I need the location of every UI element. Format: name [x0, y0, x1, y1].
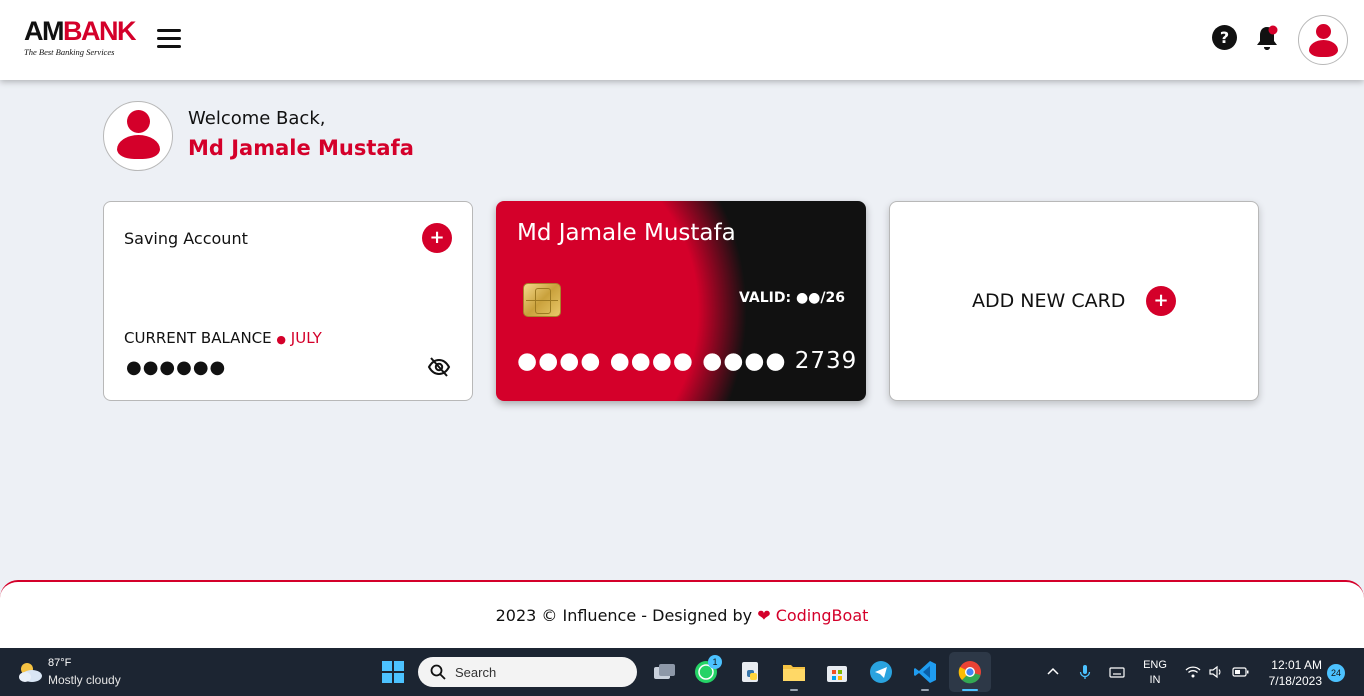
- clock-time: 12:01 AM: [1271, 658, 1322, 672]
- welcome-avatar: [103, 101, 173, 171]
- current-balance-label: CURRENT BALANCE ● JULY: [124, 329, 322, 347]
- add-new-card-label: ADD NEW CARD: [972, 290, 1126, 312]
- footer-copyright: 2023 © Influence - Designed by: [495, 606, 753, 625]
- credit-card[interactable]: Md Jamale Mustafa VALID: ●●/26 ●●●● ●●●●…: [496, 201, 866, 401]
- logo-tagline: The Best Banking Services: [24, 47, 115, 57]
- telegram-icon[interactable]: [867, 658, 895, 686]
- explorer-running-indicator: [790, 689, 798, 691]
- battery-icon[interactable]: [1232, 664, 1249, 680]
- user-avatar-icon: [1316, 24, 1331, 39]
- notification-count-badge[interactable]: 24: [1327, 664, 1345, 682]
- python-file-icon[interactable]: [736, 658, 764, 686]
- keyboard-icon[interactable]: [1109, 664, 1125, 680]
- welcome-user-name: Md Jamale Mustafa: [188, 136, 414, 160]
- card-holder-name: Md Jamale Mustafa: [517, 220, 736, 246]
- user-avatar-icon: [127, 110, 150, 133]
- avatar-body: [117, 135, 160, 159]
- welcome-greeting: Welcome Back,: [188, 108, 326, 129]
- help-icon[interactable]: ?: [1212, 25, 1237, 50]
- balance-label-text: CURRENT BALANCE: [124, 329, 272, 347]
- windows-taskbar: 87°F Mostly cloudy Search 1 ENG IN 12:01…: [0, 648, 1364, 696]
- whatsapp-badge: 1: [708, 655, 722, 669]
- chevron-up-icon[interactable]: [1045, 664, 1061, 680]
- volume-icon[interactable]: [1208, 664, 1224, 680]
- logo-wordmark: AMBANK: [24, 16, 137, 46]
- add-new-card[interactable]: ADD NEW CARD +: [889, 201, 1259, 401]
- weather-temperature[interactable]: 87°F: [48, 657, 71, 669]
- balance-dot: ●: [276, 333, 287, 346]
- windows-start-icon[interactable]: [382, 661, 404, 683]
- add-saving-button[interactable]: +: [422, 223, 452, 253]
- wifi-icon[interactable]: [1185, 664, 1201, 680]
- search-icon: [430, 664, 446, 680]
- clock-date: 7/18/2023: [1268, 674, 1322, 688]
- lang-line2: IN: [1149, 674, 1161, 686]
- logo-am: AM: [24, 16, 65, 46]
- footer-brand-link[interactable]: CodingBoat: [776, 606, 869, 625]
- saving-account-card: Saving Account + CURRENT BALANCE ● JULY …: [103, 201, 473, 401]
- header-avatar[interactable]: [1298, 15, 1348, 65]
- microphone-icon[interactable]: [1077, 664, 1093, 680]
- taskbar-search-input[interactable]: Search: [418, 657, 637, 687]
- chip-icon: [523, 283, 561, 317]
- footer-credit: 2023 © Influence - Designed by ❤ CodingB…: [0, 606, 1364, 625]
- weather-cloud-icon[interactable]: [16, 660, 44, 684]
- card-validity: VALID: ●●/26: [739, 290, 845, 306]
- taskbar-clock[interactable]: 12:01 AM 7/18/2023: [1262, 657, 1322, 689]
- balance-month: JULY: [290, 329, 322, 347]
- hamburger-menu-icon[interactable]: [157, 29, 181, 49]
- language-indicator[interactable]: ENG IN: [1143, 658, 1167, 688]
- task-view-icon[interactable]: [650, 658, 678, 686]
- add-card-button[interactable]: +: [1146, 286, 1176, 316]
- avatar-body: [1309, 40, 1338, 57]
- weather-description[interactable]: Mostly cloudy: [48, 673, 121, 687]
- lang-line1: ENG: [1143, 659, 1167, 671]
- heart-icon: ❤: [757, 606, 771, 625]
- ambank-logo[interactable]: AMBANK The Best Banking Services: [24, 16, 137, 63]
- chrome-icon[interactable]: [956, 658, 984, 686]
- bell-icon[interactable]: [1255, 24, 1281, 52]
- search-placeholder: Search: [455, 665, 497, 680]
- chrome-active-indicator: [962, 689, 978, 691]
- eye-slash-icon[interactable]: [427, 355, 451, 379]
- card-number: ●●●● ●●●● ●●●● 2739: [517, 348, 858, 374]
- vscode-icon[interactable]: [911, 658, 939, 686]
- microsoft-store-icon[interactable]: [823, 658, 851, 686]
- app-header: AMBANK The Best Banking Services ?: [0, 0, 1364, 80]
- masked-balance: ●●●●●●: [126, 357, 227, 378]
- logo-bank: BANK: [63, 16, 137, 46]
- vscode-running-indicator: [921, 689, 929, 691]
- page-footer: 2023 © Influence - Designed by ❤ CodingB…: [0, 580, 1364, 648]
- saving-account-title: Saving Account: [124, 229, 248, 248]
- file-explorer-icon[interactable]: [780, 658, 808, 686]
